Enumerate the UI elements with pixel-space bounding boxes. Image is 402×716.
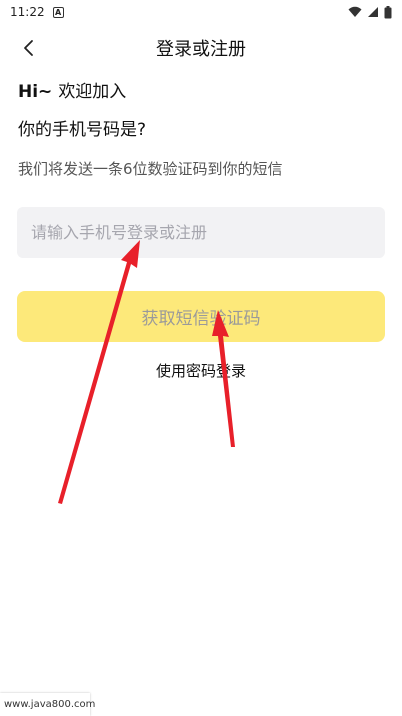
notification-icon: A [52,6,64,18]
signal-icon [368,7,378,17]
greeting: Hi~ 欢迎加入 [18,77,126,102]
annotation-arrows [58,240,235,504]
status-bar: 11:22 A [0,0,402,24]
wifi-icon [348,6,362,17]
nav-bar: 登录或注册 [0,26,402,68]
greeting-text: 欢迎加入 [58,82,127,102]
login-screen: 11:22 A 登录或注册 Hi~ 欢迎加入 你的手机号码是? 我们将发送一条6… [0,0,402,716]
page-title: 登录或注册 [156,39,246,60]
status-time: 11:22 [10,5,45,19]
sms-hint: 我们将发送一条6位数验证码到你的短信 [18,160,283,178]
greeting-hi: Hi~ [18,82,53,102]
phone-input[interactable] [17,207,385,258]
phone-question: 你的手机号码是? [18,120,147,140]
get-sms-code-button[interactable]: 获取短信验证码 [17,291,385,342]
password-login-link[interactable]: 使用密码登录 [0,360,402,381]
watermark: www.java800.com [0,693,95,716]
battery-icon [384,5,392,18]
